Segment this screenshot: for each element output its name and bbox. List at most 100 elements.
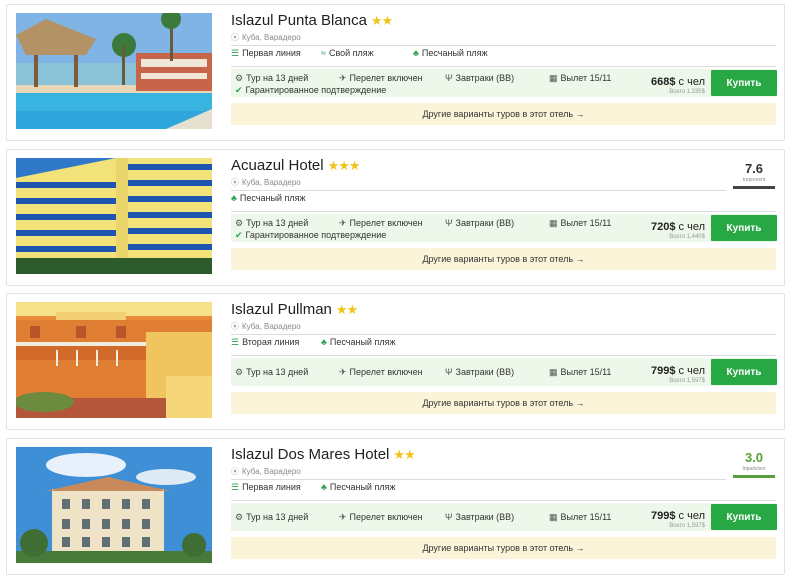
tour-meals: Ψ Завтраки (BB)	[445, 367, 514, 377]
buy-button[interactable]: Купить	[711, 359, 777, 385]
feature-sand-beach: ♣ Песчаный пляж	[413, 48, 487, 58]
feature-own-beach: ≈ Свой пляж	[321, 48, 374, 58]
hotel-name[interactable]: Acuazul Hotel ★★★	[231, 157, 361, 174]
feature-sand-beach: ♣ Песчаный пляж	[231, 193, 305, 203]
hotel-location: ⦿ Куба, Варадеро	[231, 321, 301, 332]
feature-line: ☰ Первая линия	[231, 48, 301, 59]
plane-icon: ✈	[339, 367, 347, 377]
tour-meals-text: Завтраки (BB)	[455, 218, 515, 228]
feature-sand-beach: ♣ Песчаный пляж	[321, 482, 395, 492]
rating-score: 3.0	[744, 450, 764, 465]
divider	[231, 479, 726, 480]
price-value: 799$	[650, 510, 676, 522]
line-icon: ☰	[231, 337, 240, 347]
feature-line: ☰ Первая линия	[231, 482, 301, 493]
rating-bar	[733, 475, 775, 478]
feature-label: Песчаный пляж	[239, 193, 306, 203]
tour-flight-text: Перелет включен	[349, 367, 423, 377]
tour-info: ⚙ Тур на 13 дней ✈ Перелет включен Ψ Завтра…	[231, 358, 777, 386]
calendar-icon: ▦	[549, 73, 558, 83]
calendar-icon: ▦	[549, 512, 558, 522]
tour-flight-text: Перелет включен	[349, 512, 423, 522]
feature-label: Песчаный пляж	[329, 482, 396, 492]
hotel-name-text[interactable]: Islazul Punta Blanca	[231, 12, 367, 29]
feature-sand-beach: ♣ Песчаный пляж	[321, 337, 395, 347]
location-text: Куба, Варадеро	[242, 178, 301, 187]
hotel-photo[interactable]	[16, 158, 212, 274]
calendar-icon: ▦	[549, 218, 558, 228]
hotel-name-text[interactable]: Islazul Pullman	[231, 301, 332, 318]
tour-guarantee-text: Гарантированное подтверждение	[245, 85, 387, 95]
buy-button[interactable]: Купить	[711, 70, 777, 96]
check-circle-icon: ✔	[235, 85, 243, 95]
rating-source: tripadvisor	[742, 466, 766, 472]
price: 720$ с чел Всего 1,440$	[651, 221, 705, 240]
hotel-photo[interactable]	[16, 13, 212, 129]
hotel-name-text[interactable]: Acuazul Hotel	[231, 157, 324, 174]
tour-info: ⚙ Тур на 13 дней ✈ Перелет включен Ψ Завтра…	[231, 69, 777, 97]
plane-icon: ✈	[339, 218, 347, 228]
hotel-photo[interactable]	[16, 302, 212, 418]
tour-departure-text: Вылет 15/11	[560, 367, 612, 377]
tour-meals: Ψ Завтраки (BB)	[445, 218, 514, 228]
other-variants-link[interactable]: Другие варианты туров в этот отель →	[231, 537, 776, 559]
palm-icon: ♣	[231, 193, 237, 203]
feature-label: Первая линия	[242, 48, 301, 58]
hotel-rating: 3.0 tripadvisor	[733, 450, 775, 478]
tour-days-text: Тур на 13 дней	[246, 367, 309, 377]
price-total: Всего 1,335$	[669, 89, 705, 95]
gear-icon: ⚙	[235, 218, 244, 228]
feature-label: Песчаный пляж	[329, 337, 396, 347]
check-circle-icon: ✔	[235, 230, 243, 240]
tour-departure: ▦ Вылет 15/11	[549, 73, 611, 84]
palm-icon: ♣	[413, 48, 419, 58]
buy-button[interactable]: Купить	[711, 504, 777, 530]
plane-icon: ✈	[339, 73, 347, 83]
feature-label: Первая линия	[242, 482, 301, 492]
fork-knife-icon: Ψ	[445, 218, 453, 228]
tour-meals-text: Завтраки (BB)	[455, 512, 515, 522]
hotel-location: ⦿ Куба, Варадеро	[231, 32, 301, 43]
tour-departure-text: Вылет 15/11	[560, 73, 612, 83]
buy-button[interactable]: Купить	[711, 215, 777, 241]
hotel-name[interactable]: Islazul Punta Blanca ★★	[231, 12, 393, 29]
price-value: 668$	[650, 76, 676, 88]
divider	[231, 66, 776, 67]
tour-meals: Ψ Завтраки (BB)	[445, 73, 514, 83]
price-unit: с чел	[678, 365, 705, 377]
price-total: Всего 1,597$	[669, 378, 705, 384]
tour-days: ⚙ Тур на 13 дней	[235, 367, 308, 378]
other-variants-link[interactable]: Другие варианты туров в этот отель →	[231, 103, 776, 125]
star-rating: ★★★	[327, 158, 361, 173]
other-variants-link[interactable]: Другие варианты туров в этот отель →	[231, 248, 776, 270]
tour-flight: ✈ Перелет включен	[339, 512, 423, 523]
tour-flight: ✈ Перелет включен	[339, 367, 423, 378]
hotel-photo[interactable]	[16, 447, 212, 563]
gear-icon: ⚙	[235, 367, 244, 377]
hotel-name-text[interactable]: Islazul Dos Mares Hotel	[231, 446, 389, 463]
location-pin-icon: ⦿	[231, 33, 239, 42]
feature-line: ☰ Вторая линия	[231, 337, 299, 348]
tour-meals: Ψ Завтраки (BB)	[445, 512, 514, 522]
tour-flight: ✈ Перелет включен	[339, 73, 423, 84]
swimmer-icon: ≈	[321, 48, 326, 58]
star-rating: ★★	[393, 447, 415, 462]
location-pin-icon: ⦿	[231, 178, 239, 187]
feature-label: Песчаный пляж	[421, 48, 488, 58]
hotel-name[interactable]: Islazul Dos Mares Hotel ★★	[231, 446, 416, 463]
tour-flight-text: Перелет включен	[349, 218, 423, 228]
price-per-person: 668$ с чел	[651, 76, 705, 88]
hotel-name[interactable]: Islazul Pullman ★★	[231, 301, 358, 318]
other-variants-link[interactable]: Другие варианты туров в этот отель →	[231, 392, 776, 414]
location-text: Куба, Варадеро	[242, 467, 301, 476]
feature-label: Свой пляж	[328, 48, 374, 58]
location-pin-icon: ⦿	[231, 322, 239, 331]
line-icon: ☰	[231, 48, 240, 58]
star-rating: ★★	[370, 13, 393, 28]
tour-departure: ▦ Вылет 15/11	[549, 218, 611, 229]
tour-days: ⚙ Тур на 13 дней	[235, 73, 308, 84]
palm-icon: ♣	[321, 337, 327, 347]
divider	[231, 355, 776, 356]
tour-departure: ▦ Вылет 15/11	[549, 512, 611, 523]
fork-knife-icon: Ψ	[445, 367, 453, 377]
